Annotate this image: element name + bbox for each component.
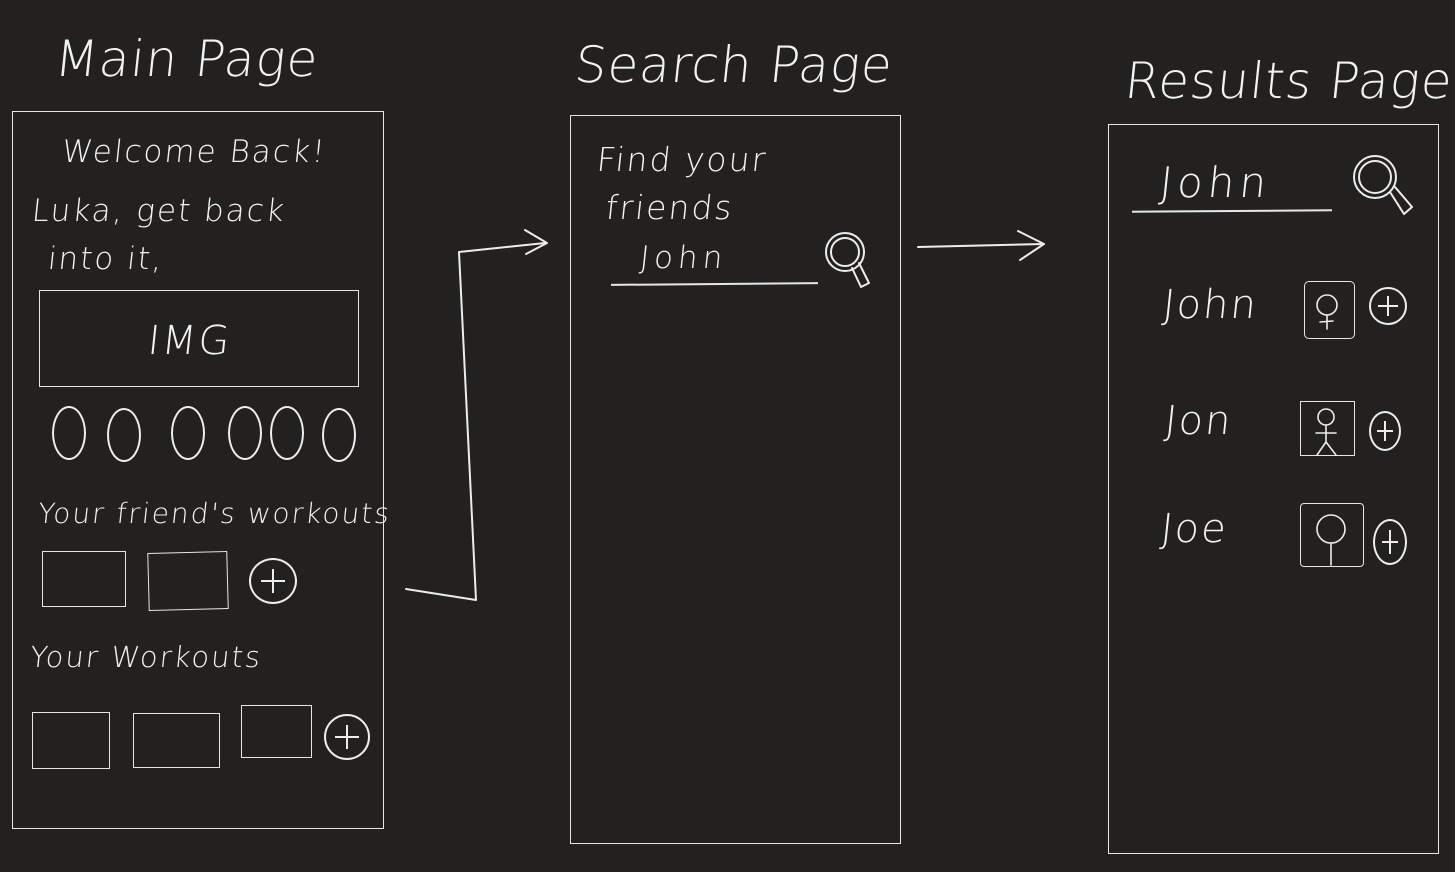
search-icon [825,232,870,288]
avatar-icon [1316,294,1338,330]
sketch-overlay [405,155,1413,601]
arrow-icon [917,230,1045,261]
search-icon [1353,155,1413,215]
avatar-icon [1316,514,1346,566]
arrow-icon [405,229,548,601]
avatar-icon [1315,408,1337,456]
